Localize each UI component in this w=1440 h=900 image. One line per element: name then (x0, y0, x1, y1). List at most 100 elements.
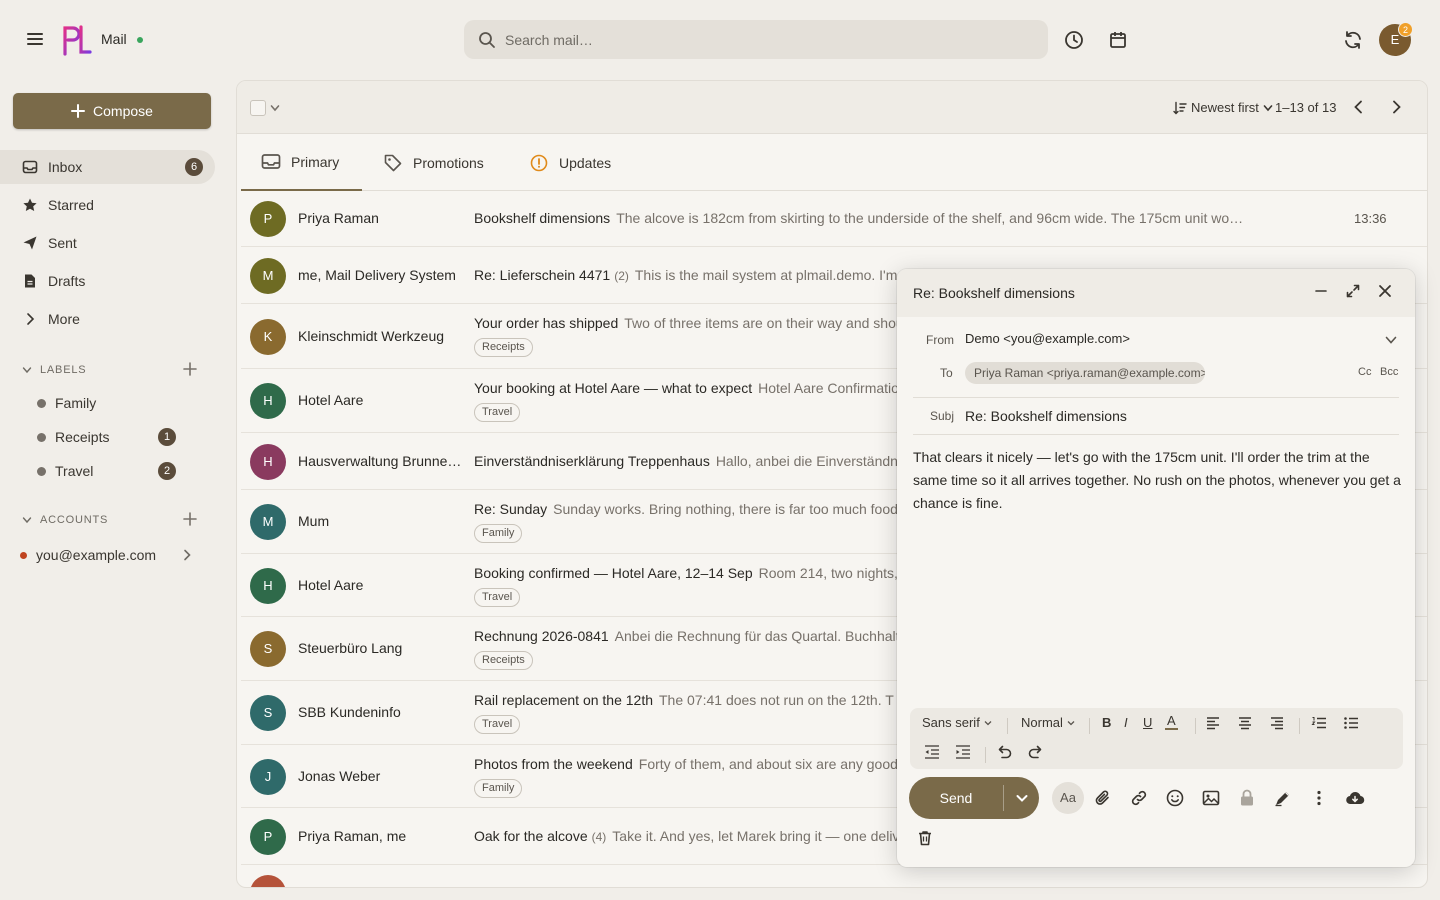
menu-icon (27, 33, 43, 45)
tab-updates[interactable]: Updates (509, 135, 631, 191)
list-toolbar: Newest first 1–13 of 13 (237, 81, 1427, 134)
outdent-icon[interactable] (924, 744, 940, 760)
email-row[interactable]: P Priya Raman Bookshelf dimensions The alco… (241, 191, 1427, 247)
sync-button[interactable] (1341, 28, 1365, 52)
chevron-right-icon[interactable] (1387, 98, 1405, 116)
redo-icon[interactable] (1027, 743, 1044, 760)
sender-avatar: P (250, 201, 286, 237)
message-body-editor[interactable]: That clears it nicely — let's go with th… (913, 446, 1403, 515)
signature-icon[interactable] (1273, 788, 1293, 808)
cloud-save-icon[interactable] (1345, 788, 1365, 808)
align-left-icon[interactable] (1206, 716, 1220, 730)
numbered-list-icon[interactable] (1311, 715, 1327, 731)
attachment-icon[interactable] (1093, 788, 1113, 808)
label-chip[interactable]: Travel (474, 715, 521, 734)
formatting-toggle-button[interactable]: Aa (1052, 782, 1084, 814)
label-receipts[interactable]: Receipts 1 (22, 425, 182, 449)
menu-button[interactable] (24, 28, 46, 50)
calendar-button[interactable] (1106, 28, 1130, 52)
chevron-down-icon[interactable] (1384, 333, 1398, 347)
sender-name: Priya Raman, me (298, 828, 407, 844)
history-button[interactable] (1062, 28, 1086, 52)
email-subject: Rail replacement on the 12th (474, 692, 653, 708)
sender-avatar: S (250, 631, 286, 667)
email-snippet: Take it. And yes, let Marek bring it — o… (612, 828, 919, 844)
chevron-down-icon[interactable] (1014, 790, 1030, 806)
labels-section-toggle[interactable]: LABELS (22, 364, 86, 376)
label-chip[interactable]: Receipts (474, 651, 533, 670)
compose-button[interactable]: Compose (13, 93, 211, 129)
image-icon[interactable] (1201, 788, 1221, 808)
recipient-chip[interactable]: Priya Raman <priya.raman@example.com> (965, 362, 1205, 384)
plus-icon (71, 104, 86, 118)
expand-icon[interactable] (1345, 283, 1361, 299)
undo-icon[interactable] (996, 743, 1013, 760)
tab-primary[interactable]: Primary (241, 135, 362, 191)
label-chip[interactable]: Family (474, 779, 523, 798)
from-select[interactable]: Demo <you@example.com> (965, 331, 1130, 346)
sort-icon (1173, 101, 1187, 114)
add-label-icon[interactable] (182, 361, 198, 377)
email-subject: Einverständniserklärung Treppenhaus (474, 453, 710, 469)
label-chip[interactable]: Receipts (474, 338, 533, 357)
account-item[interactable]: you@example.com (20, 543, 200, 567)
label-travel[interactable]: Travel 2 (22, 459, 182, 483)
search-input[interactable] (505, 20, 1025, 59)
formatting-toolbar: Sans serif Normal B I U A (910, 708, 1403, 769)
underline-button[interactable]: U (1143, 715, 1152, 730)
label-chip[interactable]: Family (474, 524, 523, 543)
sender-avatar: H (250, 444, 286, 480)
close-icon[interactable] (1377, 283, 1393, 299)
sidebar-item-inbox[interactable]: Inbox 6 (0, 150, 215, 184)
sender-avatar: H (250, 383, 286, 419)
italic-button[interactable]: I (1124, 715, 1128, 730)
cc-button[interactable]: Cc (1358, 366, 1371, 378)
select-all-checkbox[interactable] (250, 100, 266, 116)
sort-dropdown[interactable]: Newest first (1173, 100, 1273, 115)
email-subject: Photos from the weekend (474, 756, 633, 772)
sender-avatar: S (250, 695, 286, 731)
search-icon (479, 32, 495, 48)
accounts-section-toggle[interactable]: ACCOUNTS (22, 514, 108, 526)
star-icon (23, 198, 37, 211)
compose-header[interactable]: Re: Bookshelf dimensions (897, 269, 1415, 317)
subject-input[interactable]: Re: Bookshelf dimensions (965, 408, 1127, 424)
sidebar-item-sent[interactable]: Sent (0, 226, 215, 260)
email-row[interactable] (241, 865, 1427, 887)
more-options-icon[interactable] (1309, 788, 1329, 808)
send-button[interactable]: Send (909, 777, 1039, 819)
minimize-icon[interactable] (1313, 283, 1329, 299)
app-logo (62, 24, 92, 56)
label-family[interactable]: Family (22, 391, 182, 415)
align-center-icon[interactable] (1238, 716, 1252, 730)
bcc-button[interactable]: Bcc (1380, 366, 1398, 378)
lock-icon[interactable] (1237, 788, 1257, 808)
sidebar-item-more[interactable]: More (0, 302, 215, 336)
history-icon (1065, 31, 1083, 49)
text-color-button[interactable]: A (1165, 713, 1178, 730)
label-chip[interactable]: Travel (474, 403, 521, 422)
tab-promotions[interactable]: Promotions (363, 135, 504, 191)
chevron-down-icon[interactable] (270, 103, 280, 113)
bullet-list-icon[interactable] (1343, 715, 1359, 731)
sender-avatar: M (250, 258, 286, 294)
label-chip[interactable]: Travel (474, 588, 521, 607)
link-icon[interactable] (1129, 788, 1149, 808)
sidebar-item-drafts[interactable]: Drafts (0, 264, 215, 298)
chevron-left-icon[interactable] (1350, 98, 1368, 116)
sender-name: Priya Raman (298, 210, 379, 226)
add-account-icon[interactable] (182, 511, 198, 527)
indent-icon[interactable] (955, 744, 971, 760)
align-right-icon[interactable] (1270, 716, 1284, 730)
bold-button[interactable]: B (1102, 715, 1111, 730)
emoji-icon[interactable] (1165, 788, 1185, 808)
font-family-select[interactable]: Sans serif (922, 715, 992, 730)
email-subject: Booking confirmed — Hotel Aare, 12–14 Se… (474, 565, 753, 581)
sidebar-item-starred[interactable]: Starred (0, 188, 215, 222)
trash-icon[interactable] (916, 829, 934, 847)
search-bar[interactable] (464, 20, 1048, 59)
font-size-select[interactable]: Normal (1021, 715, 1075, 730)
send-divider (1003, 785, 1004, 811)
email-subject: Bookshelf dimensions (474, 210, 611, 226)
label-color-dot (37, 466, 46, 476)
